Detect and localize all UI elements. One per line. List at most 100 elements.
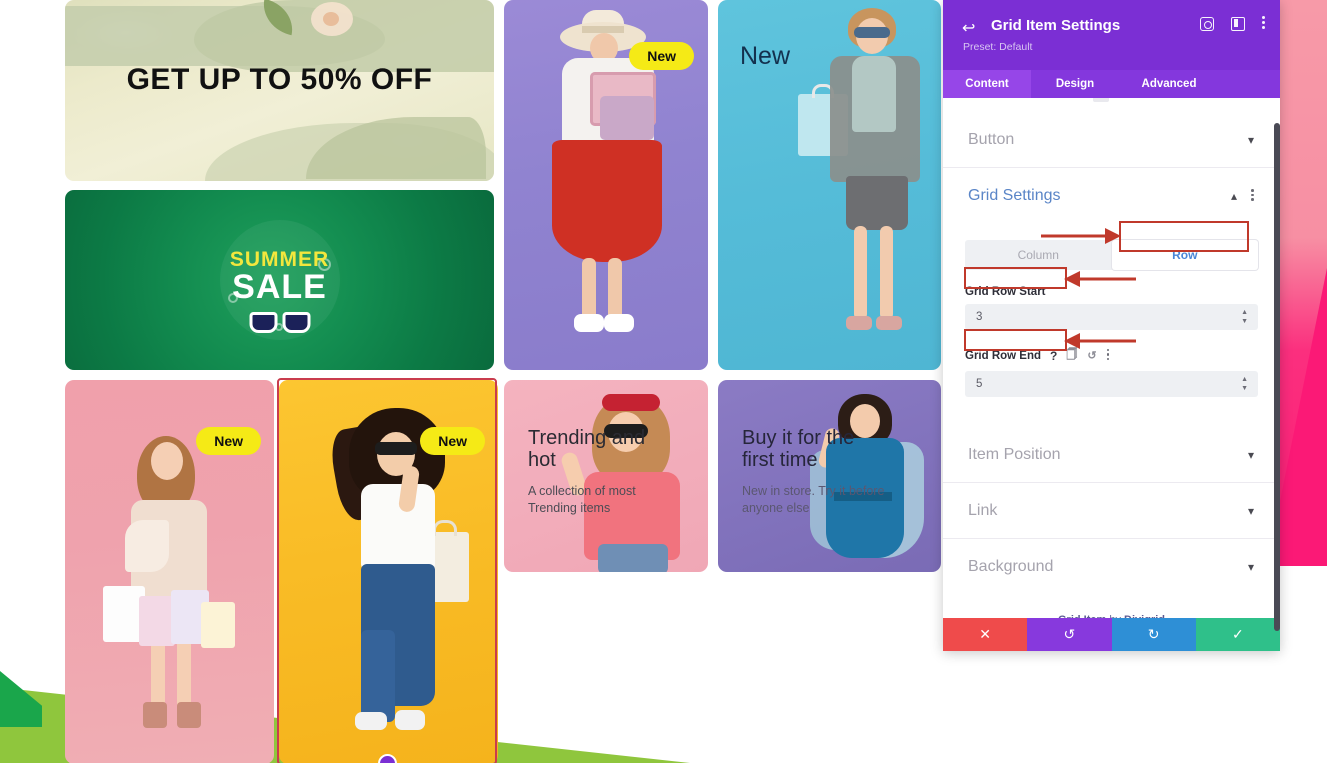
figure-part xyxy=(574,314,604,332)
tab-design[interactable]: Design xyxy=(1031,70,1119,98)
grid-layout: GET UP TO 50% OFF SUMMER SALE New New Ne… xyxy=(65,0,941,763)
section-link-label: Link xyxy=(968,501,998,519)
promo-trending-subtitle: A collection of most Trending items xyxy=(528,484,636,515)
panel-credit: Grid Item by Divigrid xyxy=(943,595,1280,618)
promo-first-time[interactable]: Buy it for the first time New in store. … xyxy=(718,380,941,572)
shopping-bag-icon xyxy=(139,596,175,646)
figure-part xyxy=(846,316,872,330)
figure-part xyxy=(361,484,435,570)
save-button[interactable]: ✓ xyxy=(1195,618,1280,651)
panel-preset-label[interactable]: Preset: Default xyxy=(963,41,1032,53)
panel-scrollbar[interactable] xyxy=(1274,123,1280,631)
credit-module-name: Grid Item xyxy=(1058,614,1106,618)
credit-by: by xyxy=(1109,614,1121,618)
target-icon[interactable] xyxy=(1200,16,1214,33)
tab-content[interactable]: Content xyxy=(943,70,1031,98)
figure-part xyxy=(608,258,622,320)
chevron-down-icon[interactable]: ▾ xyxy=(1248,561,1254,573)
back-arrow-icon[interactable]: ↩ xyxy=(962,18,975,38)
figure-part xyxy=(375,442,417,455)
figure-part xyxy=(852,56,896,132)
section-grid-settings-label: Grid Settings xyxy=(968,187,1061,204)
more-vertical-icon[interactable] xyxy=(1251,189,1254,203)
builder-canvas: GET UP TO 50% OFF SUMMER SALE New New Ne… xyxy=(0,0,943,763)
section-item-position-label: Item Position xyxy=(968,445,1061,463)
card-sunglasses-woman[interactable]: New xyxy=(718,0,941,370)
figure-part xyxy=(177,702,201,728)
chevron-down-icon[interactable]: ▾ xyxy=(1248,505,1254,517)
figure-part xyxy=(143,702,167,728)
panel-tabs: Content Design Advanced xyxy=(943,70,1280,98)
grid-settings-content: Column Row Grid Row Start 3 ▲ ▼ Grid Row … xyxy=(943,224,1280,427)
section-button-label: Button xyxy=(968,130,1015,148)
figure-part xyxy=(602,394,660,411)
panel-body: Button ▾ Grid Settings ▴ Column Row Grid… xyxy=(943,98,1280,618)
redo-button[interactable]: ↻ xyxy=(1111,618,1196,651)
figure-part xyxy=(125,520,169,572)
grid-row-start-label: Grid Row Start xyxy=(965,286,1046,298)
sunglasses-icon xyxy=(249,312,310,333)
section-background[interactable]: Background ▾ xyxy=(943,539,1280,595)
cancel-button[interactable]: ✕ xyxy=(943,618,1028,651)
panel-footer: ✕ ↺ ↻ ✓ xyxy=(943,618,1280,651)
annotation-arrow-grid-row-end xyxy=(1064,333,1136,349)
credit-brand[interactable]: Divigrid xyxy=(1124,614,1165,618)
figure-part xyxy=(552,140,662,262)
spinner-icon[interactable]: ▲ ▼ xyxy=(1241,309,1248,325)
chevron-up-icon[interactable]: ▴ xyxy=(1231,190,1237,202)
grid-item-settings-panel: ↩ Grid Item Settings Preset: Default Con… xyxy=(943,0,1280,651)
figure-part xyxy=(355,712,387,730)
banner-summer-sale[interactable]: SUMMER SALE xyxy=(65,190,494,370)
figure-part xyxy=(600,96,654,140)
section-item-position[interactable]: Item Position ▾ xyxy=(943,427,1280,483)
figure-part xyxy=(854,27,890,38)
undo-button[interactable]: ↺ xyxy=(1027,618,1112,651)
chevron-down-icon[interactable]: ▾ xyxy=(1248,134,1254,146)
promo-trending-and-hot[interactable]: Trending and hot A collection of most Tr… xyxy=(504,380,708,572)
chevron-down-icon[interactable]: ▾ xyxy=(1248,449,1254,461)
spinner-icon[interactable]: ▲ ▼ xyxy=(1241,376,1248,392)
section-button[interactable]: Button ▾ xyxy=(943,112,1280,168)
badge-new: New xyxy=(420,427,485,456)
panel-title: Grid Item Settings xyxy=(991,17,1121,34)
figure-part xyxy=(854,226,867,320)
figure-part xyxy=(151,442,183,480)
grid-row-start-input[interactable]: 3 ▲ ▼ xyxy=(965,304,1258,330)
card-new-label: New xyxy=(740,42,791,70)
section-background-label: Background xyxy=(968,558,1054,575)
figure-part xyxy=(395,710,425,730)
figure-part xyxy=(876,316,902,330)
figure-part xyxy=(880,226,893,320)
layout-icon[interactable] xyxy=(1231,16,1245,33)
help-icon[interactable]: ? xyxy=(1050,349,1057,363)
grid-row-end-value: 5 xyxy=(976,378,983,390)
annotation-arrow-grid-row-start xyxy=(1064,271,1136,287)
banner-discount-headline: GET UP TO 50% OFF xyxy=(126,63,433,96)
promo-trending-title: Trending and hot xyxy=(528,427,646,472)
annotation-arrow-row xyxy=(1041,228,1121,244)
banner-discount[interactable]: GET UP TO 50% OFF xyxy=(65,0,494,181)
panel-header: ↩ Grid Item Settings Preset: Default xyxy=(943,0,1280,70)
section-link[interactable]: Link ▾ xyxy=(943,483,1280,539)
card-yellow-selected[interactable]: New xyxy=(279,380,498,763)
badge-new: New xyxy=(196,427,261,456)
card-hat-woman[interactable]: New xyxy=(504,0,708,370)
flower-icon xyxy=(311,2,353,36)
figure-part xyxy=(582,258,596,320)
promo-firsttime-subtitle: New in store. Try it before anyone else xyxy=(742,484,885,515)
section-grid-settings[interactable]: Grid Settings ▴ xyxy=(943,168,1280,224)
grid-row-start-value: 3 xyxy=(976,311,983,323)
grid-row-end-label: Grid Row End xyxy=(965,349,1042,362)
tab-advanced[interactable]: Advanced xyxy=(1119,70,1219,98)
badge-new: New xyxy=(629,42,694,71)
panel-header-icons xyxy=(1200,16,1266,33)
summer-sale-line2: SALE xyxy=(232,268,327,306)
more-vertical-icon[interactable] xyxy=(1262,16,1266,33)
grid-row-end-input[interactable]: 5 ▲ ▼ xyxy=(965,371,1258,397)
toggle-option-row[interactable]: Row xyxy=(1111,240,1258,270)
figure-part xyxy=(582,26,624,33)
card-pink-shopper[interactable]: New xyxy=(65,380,274,763)
panel-scroll-cut xyxy=(943,98,1280,112)
figure-part xyxy=(604,314,634,332)
figure-part xyxy=(846,176,908,230)
